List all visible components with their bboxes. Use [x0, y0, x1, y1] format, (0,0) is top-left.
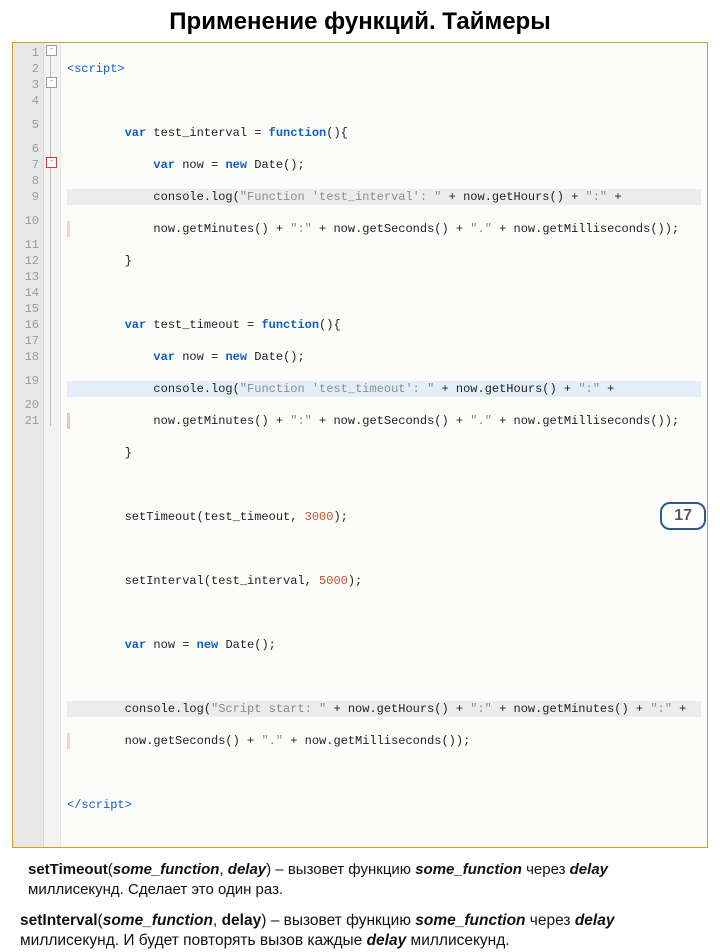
- line-num: 2: [21, 61, 39, 77]
- line-num: 12: [21, 253, 39, 269]
- fold-minus-icon: -: [46, 77, 57, 88]
- line-num: 5: [21, 109, 39, 141]
- line-num: 6: [21, 141, 39, 157]
- line-num: 21: [21, 413, 39, 429]
- line-num: 16: [21, 317, 39, 333]
- line-num: 14: [21, 285, 39, 301]
- slide-title: Применение функций. Таймеры: [0, 0, 720, 42]
- code-block: 1 2 3 4 5 6 7 8 9 10 11 12 13 14 15 16 1…: [12, 42, 708, 848]
- line-num: 3: [21, 77, 39, 93]
- explanation-settimeout: setTimeout(some_function, delay) – вызов…: [0, 848, 720, 901]
- line-num: 20: [21, 397, 39, 413]
- line-num: 8: [21, 173, 39, 189]
- line-num: 1: [21, 45, 39, 61]
- line-num: 13: [21, 269, 39, 285]
- line-num: 9: [21, 189, 39, 205]
- line-num: 15: [21, 301, 39, 317]
- fold-gutter: - - -: [44, 43, 61, 847]
- line-num: 10: [21, 205, 39, 237]
- line-num: 18: [21, 349, 39, 365]
- line-num: 17: [21, 333, 39, 349]
- explanation-setinterval: setInterval(some_function, delay) – вызо…: [0, 901, 720, 952]
- line-num: 19: [21, 365, 39, 397]
- line-num: 7: [21, 157, 39, 173]
- line-num: 11: [21, 237, 39, 253]
- line-number-gutter: 1 2 3 4 5 6 7 8 9 10 11 12 13 14 15 16 1…: [13, 43, 44, 847]
- fold-minus-icon: -: [46, 45, 57, 56]
- fold-minus-icon: -: [46, 157, 57, 168]
- page-number: 17: [660, 502, 706, 530]
- code-content: <script> var test_interval = function(){…: [61, 43, 707, 847]
- line-num: 4: [21, 93, 39, 109]
